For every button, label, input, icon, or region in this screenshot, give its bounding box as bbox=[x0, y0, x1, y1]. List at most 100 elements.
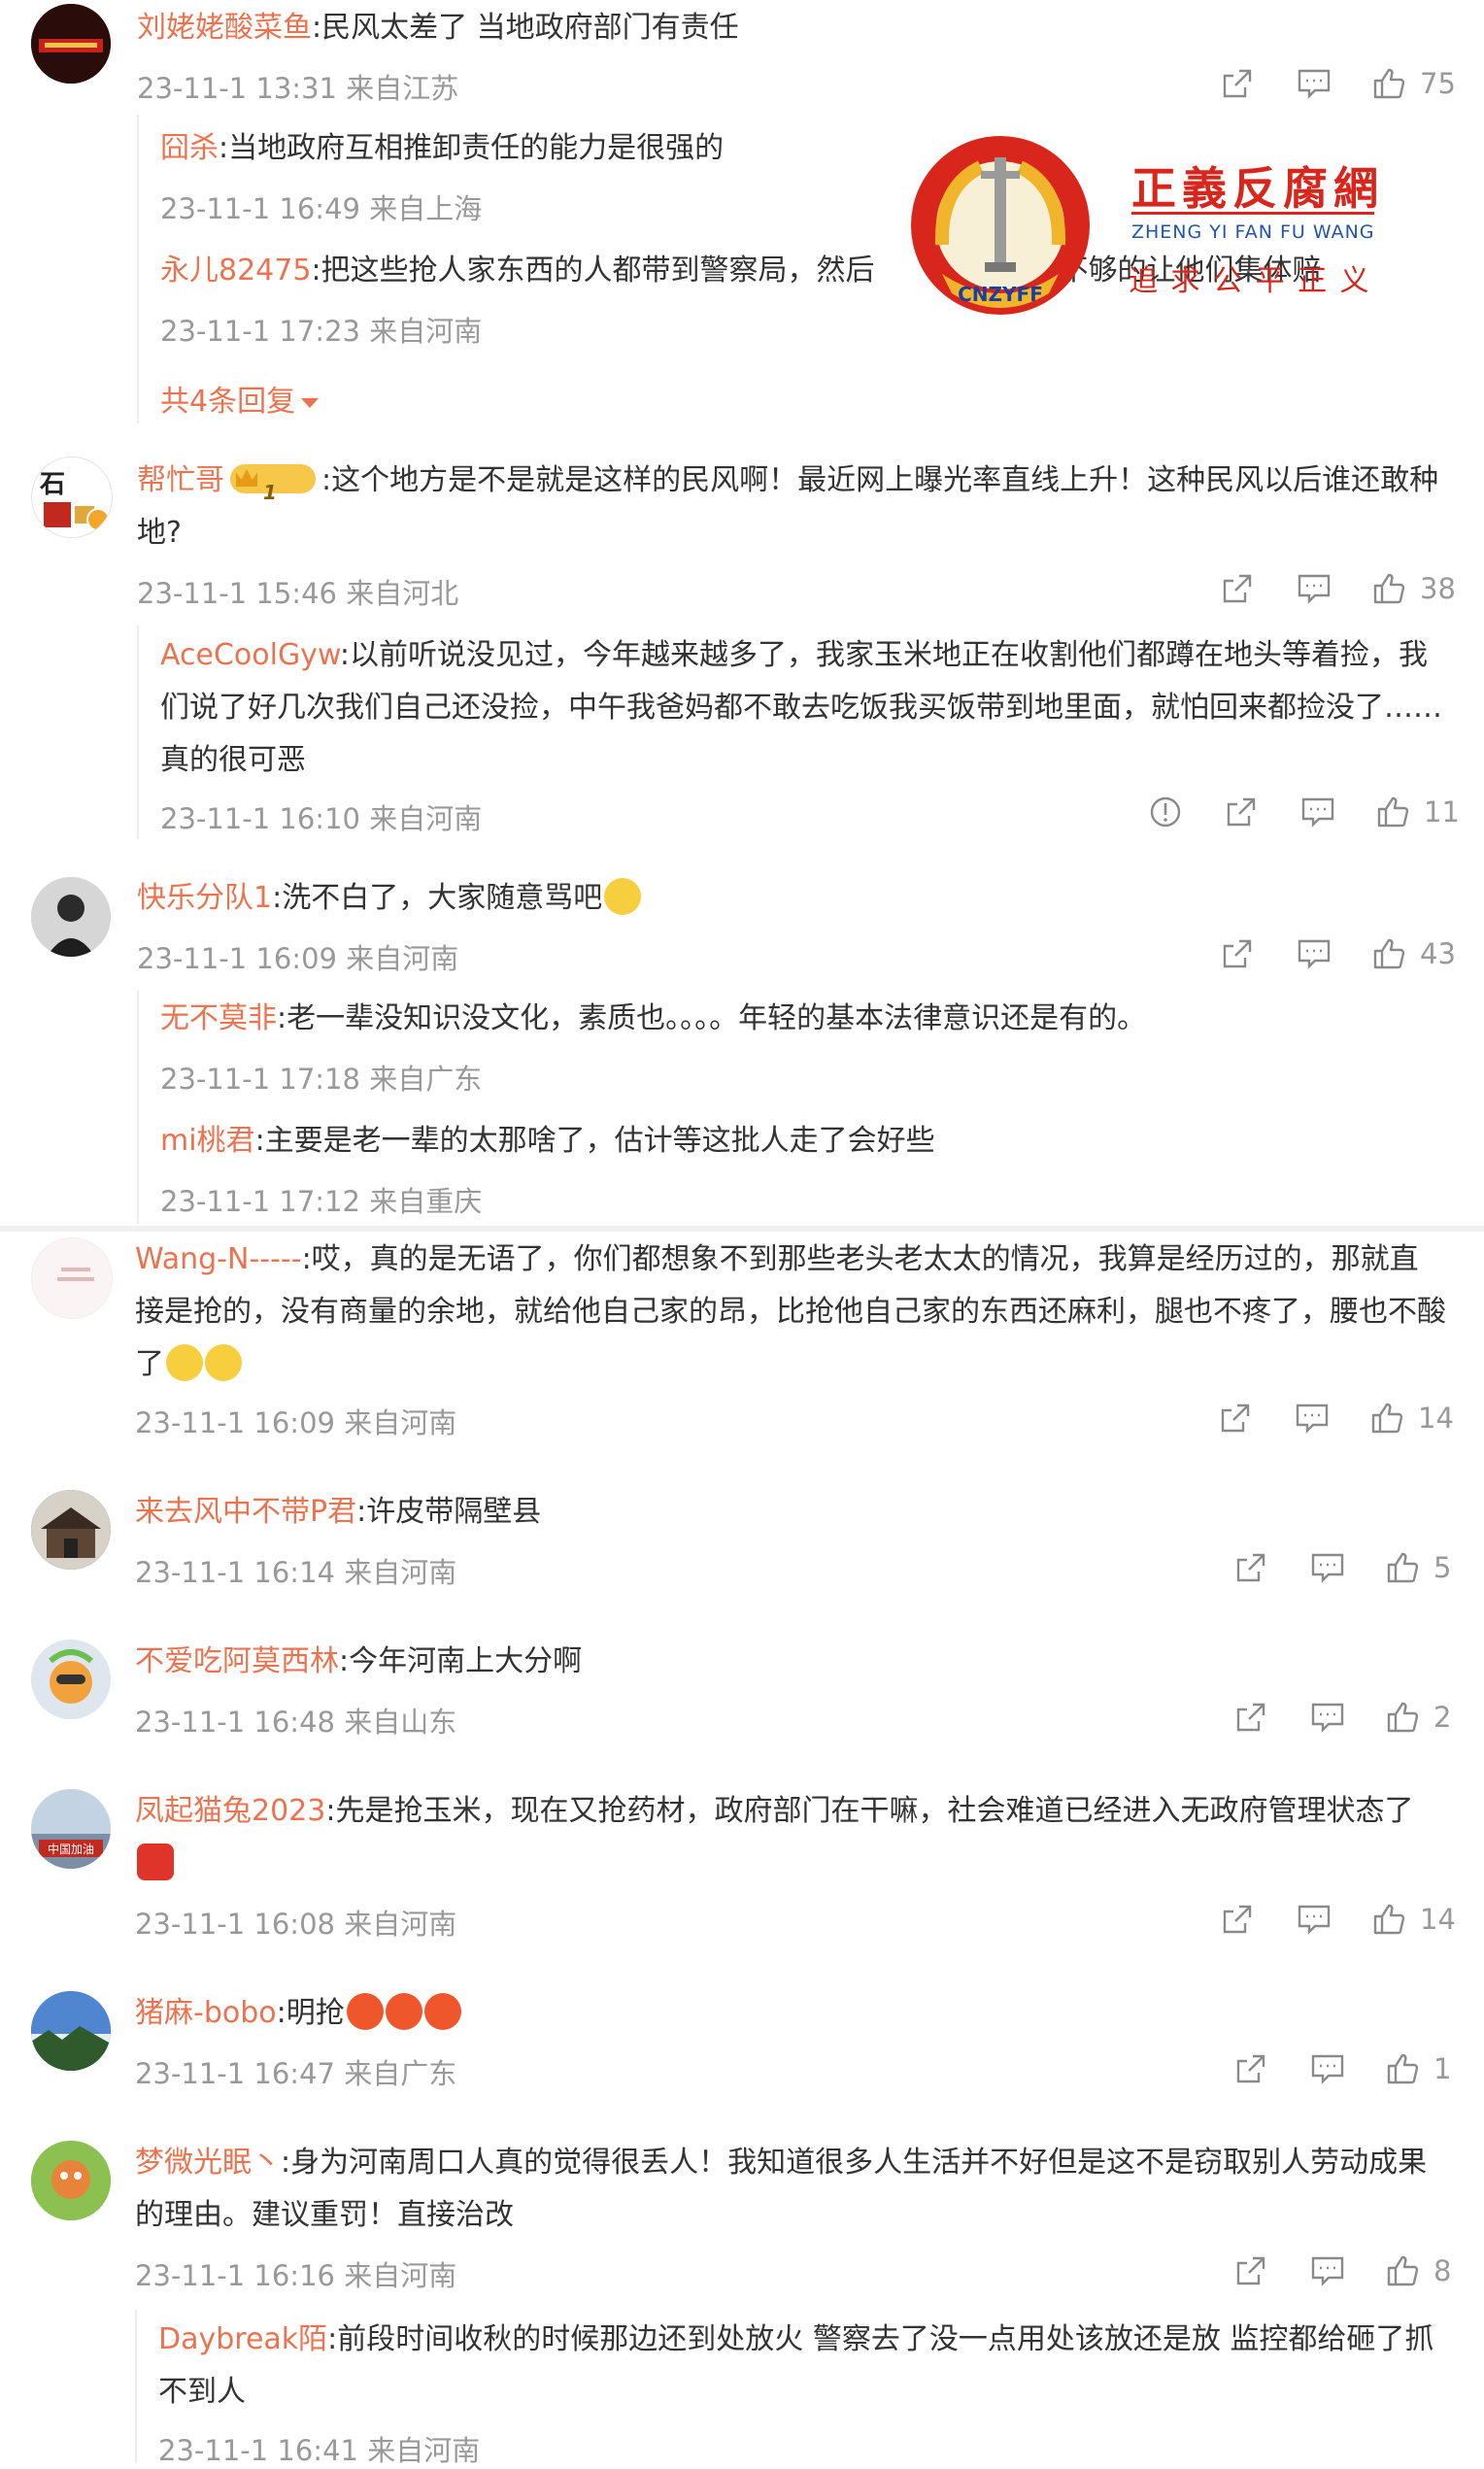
comment-button[interactable] bbox=[1309, 1698, 1346, 1737]
reply-meta: 23-11-1 16:49 来自上海 bbox=[160, 192, 483, 225]
like-button[interactable]: 5 bbox=[1385, 1548, 1451, 1587]
share-button[interactable] bbox=[1220, 569, 1255, 608]
like-button[interactable]: 8 bbox=[1385, 2251, 1451, 2290]
comment-actions: 75 bbox=[1220, 64, 1484, 103]
report-button[interactable] bbox=[1148, 793, 1183, 831]
reply-username[interactable]: AceCoolGyw bbox=[160, 638, 340, 672]
member-level-badge: 1 bbox=[230, 464, 316, 504]
avatar[interactable]: 石 bbox=[31, 457, 113, 538]
like-button[interactable]: 38 bbox=[1371, 569, 1456, 608]
thumbs-up-icon bbox=[1373, 68, 1405, 99]
avatar[interactable]: 中国加油 bbox=[31, 1789, 111, 1869]
avatar[interactable] bbox=[31, 877, 111, 957]
comment-button[interactable] bbox=[1296, 1900, 1332, 1939]
avatar[interactable] bbox=[31, 2141, 111, 2220]
comment-text: Wang-N-----:哎，真的是无语了，你们都想象不到那些老头老太太的情况，我… bbox=[135, 1242, 1446, 1381]
comment-username[interactable]: 快乐分队1 bbox=[137, 881, 272, 915]
share-button[interactable] bbox=[1233, 2251, 1268, 2290]
share-button[interactable] bbox=[1220, 1900, 1255, 1939]
comment-username[interactable]: Wang-N----- bbox=[135, 1242, 302, 1276]
like-button[interactable]: 14 bbox=[1371, 1900, 1456, 1939]
share-button[interactable] bbox=[1224, 793, 1259, 831]
comment-username[interactable]: 凤起猫兔2023 bbox=[135, 1794, 325, 1828]
thumbs-up-icon bbox=[1373, 573, 1405, 604]
comment-button[interactable] bbox=[1294, 1399, 1331, 1437]
like-button[interactable]: 43 bbox=[1371, 934, 1456, 973]
like-button[interactable]: 75 bbox=[1371, 64, 1456, 103]
comment-username[interactable]: 来去风中不带P君 bbox=[135, 1495, 356, 1529]
comment-button[interactable] bbox=[1309, 2251, 1346, 2290]
like-button[interactable]: 14 bbox=[1369, 1399, 1454, 1437]
seal-icon: CNZYFF bbox=[911, 136, 1090, 315]
comment-username[interactable]: 帮忙哥 bbox=[137, 463, 224, 497]
comment-button[interactable] bbox=[1296, 934, 1332, 973]
reply-username[interactable]: 无不莫非 bbox=[160, 1001, 277, 1035]
comment-username[interactable]: 不爱吃阿莫西林 bbox=[135, 1644, 339, 1678]
share-icon bbox=[1236, 1703, 1265, 1732]
like-button[interactable]: 2 bbox=[1385, 1698, 1451, 1737]
comment-icon bbox=[1298, 939, 1331, 969]
comment-text: 快乐分队1:洗不白了，大家随意骂吧 bbox=[137, 872, 1438, 925]
comment-text: 凤起猫兔2023:先是抢玉米，现在又抢药材，政府部门在干嘛，社会难道已经进入无政… bbox=[135, 1785, 1446, 1890]
comment-meta: 23-11-1 13:31 来自江苏 bbox=[137, 72, 459, 105]
like-count: 38 bbox=[1420, 572, 1456, 605]
comment-text: 帮忙哥 1:这个地方是不是就是这样的民风啊！最近网上曝光率直线上升！这种民风以后谁… bbox=[137, 463, 1439, 550]
angry-emoji-icon bbox=[423, 1993, 461, 2030]
comment-text: 梦微光眠丶:身为河南周口人真的觉得很丢人！我知道很多人生活并不好但是这不是窃取别… bbox=[135, 2146, 1428, 2232]
flame-emoji-icon bbox=[137, 1843, 174, 1880]
avatar[interactable] bbox=[31, 4, 111, 84]
comment-actions: 1 bbox=[1233, 2049, 1484, 2088]
reply-meta: 23-11-1 16:10 来自河南 bbox=[160, 802, 483, 835]
comment-username[interactable]: 刘姥姥酸菜鱼 bbox=[137, 11, 312, 45]
thumbs-up-icon bbox=[1377, 796, 1409, 828]
comment-icon bbox=[1301, 797, 1334, 828]
crying-emoji-icon bbox=[205, 1344, 242, 1381]
comment-text: 不爱吃阿莫西林:今年河南上大分啊 bbox=[135, 1644, 583, 1678]
share-button[interactable] bbox=[1233, 1548, 1268, 1587]
avatar[interactable] bbox=[31, 1640, 111, 1719]
watermark-divider bbox=[1131, 212, 1374, 215]
like-button[interactable]: 11 bbox=[1375, 793, 1460, 831]
share-button[interactable] bbox=[1218, 1399, 1253, 1437]
avatar[interactable] bbox=[31, 1490, 111, 1570]
reply-username[interactable]: mi桃君 bbox=[160, 1124, 255, 1158]
avatar[interactable] bbox=[31, 1237, 113, 1319]
share-icon bbox=[1236, 1553, 1265, 1582]
reply-text: 无不莫非:老一辈没知识没文化，素质也。。。。年轻的基本法律意识还是有的。 bbox=[160, 1001, 1147, 1035]
share-icon bbox=[1223, 939, 1252, 968]
reply-meta: 23-11-1 17:12 来自重庆 bbox=[160, 1185, 483, 1218]
share-button[interactable] bbox=[1220, 64, 1255, 103]
comment-username[interactable]: 梦微光眠丶 bbox=[135, 2146, 281, 2180]
comment-button[interactable] bbox=[1296, 569, 1332, 608]
comment-text: 来去风中不带P君:许皮带隔壁县 bbox=[135, 1495, 542, 1529]
comment-button[interactable] bbox=[1296, 64, 1332, 103]
reply-username[interactable]: Daybreak陌 bbox=[158, 2322, 327, 2356]
watermark-pinyin: ZHENG YI FAN FU WANG bbox=[1131, 221, 1375, 243]
more-replies-link[interactable]: 共4条回复 bbox=[160, 377, 320, 420]
reply-username[interactable]: 囧杀 bbox=[160, 131, 219, 165]
reply-username[interactable]: 永儿82475 bbox=[160, 254, 311, 287]
like-button[interactable]: 1 bbox=[1385, 2049, 1451, 2088]
like-count: 11 bbox=[1424, 795, 1460, 829]
like-count: 14 bbox=[1418, 1402, 1454, 1435]
comment-icon bbox=[1298, 1905, 1331, 1935]
share-button[interactable] bbox=[1233, 1698, 1268, 1737]
thumbs-up-icon bbox=[1387, 2255, 1419, 2286]
share-icon bbox=[1223, 1905, 1252, 1934]
share-button[interactable] bbox=[1220, 934, 1255, 973]
like-count: 8 bbox=[1433, 2254, 1452, 2287]
comment-actions: 8 bbox=[1233, 2251, 1484, 2290]
comment-meta: 23-11-1 16:08 来自河南 bbox=[135, 1908, 457, 1941]
comment-button[interactable] bbox=[1309, 2049, 1346, 2088]
svg-text:CNZYFF: CNZYFF bbox=[958, 283, 1043, 306]
watermark-logo: CNZYFF 正義反腐網 ZHENG YI FAN FU WANG 追 求 公 … bbox=[903, 128, 1389, 322]
share-button[interactable] bbox=[1233, 2049, 1268, 2088]
avatar[interactable] bbox=[31, 1991, 111, 2071]
share-icon bbox=[1223, 69, 1252, 98]
comment-button[interactable] bbox=[1299, 793, 1336, 831]
comment-username[interactable]: 猪麻-bobo bbox=[135, 1996, 277, 2030]
share-icon bbox=[1227, 797, 1256, 827]
like-count: 5 bbox=[1433, 1551, 1452, 1584]
comment-button[interactable] bbox=[1309, 1548, 1346, 1587]
comment-feed: 刘姥姥酸菜鱼:民风太差了 当地政府部门有责任 23-11-1 13:31 来自江… bbox=[0, 0, 1484, 2467]
